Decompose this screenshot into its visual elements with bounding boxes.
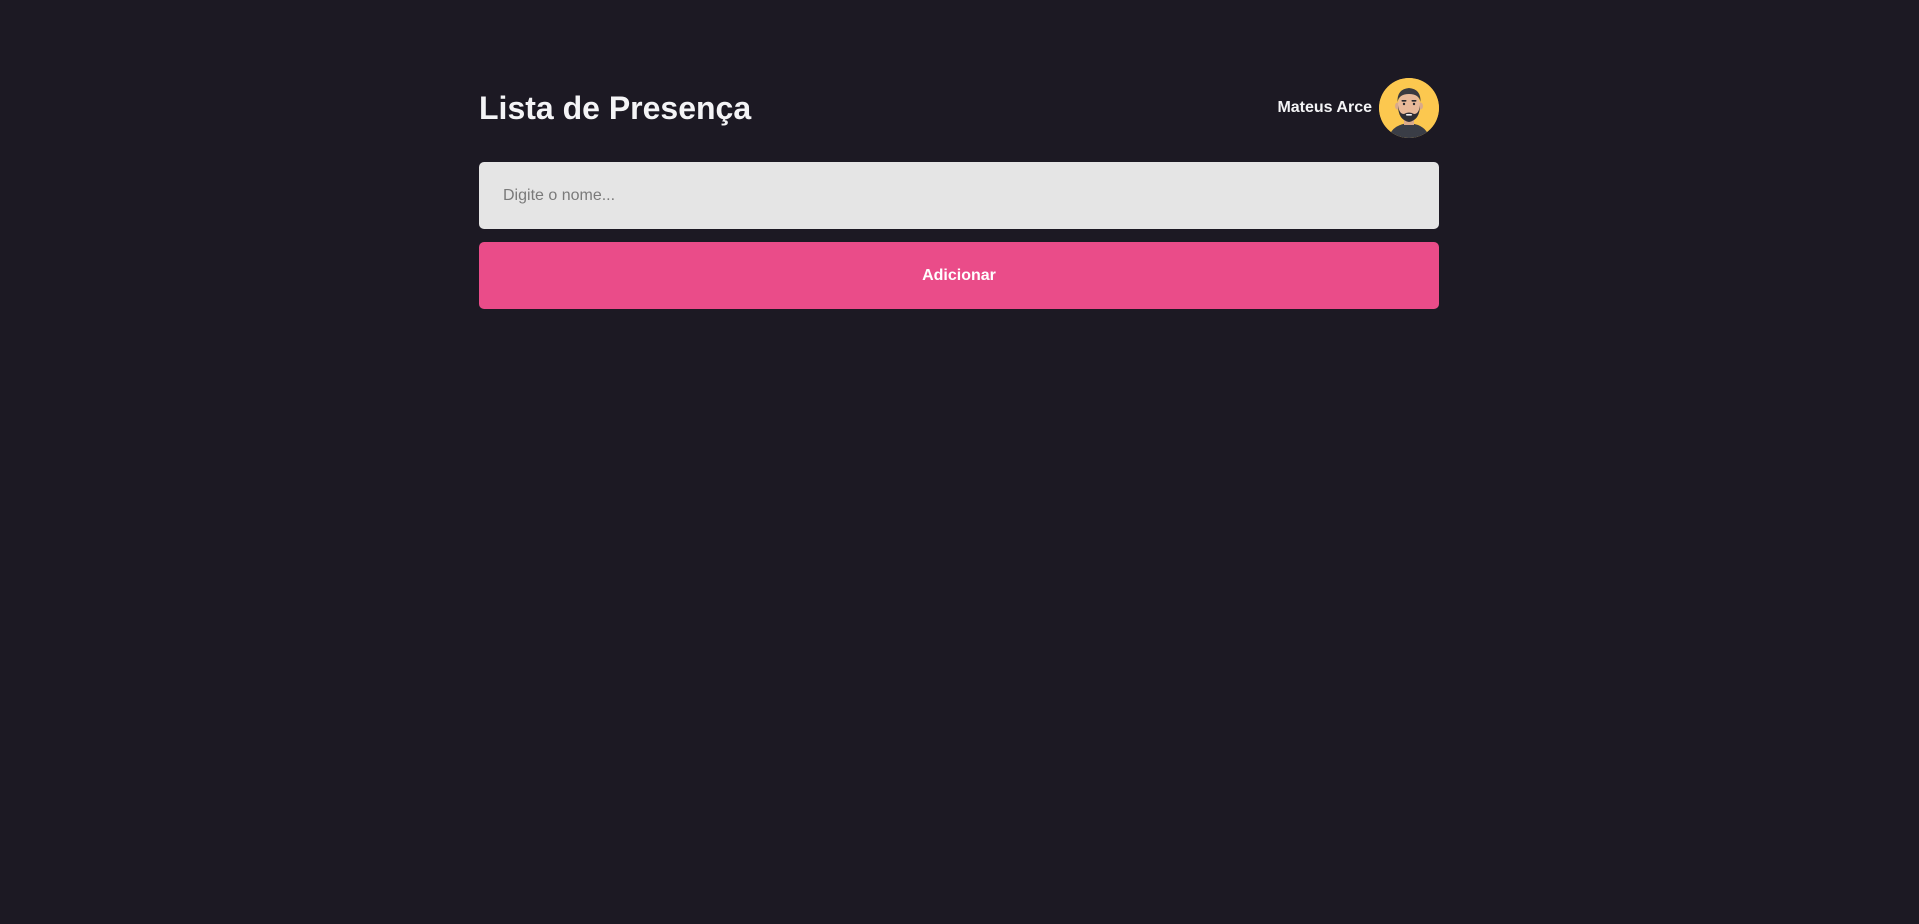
add-button[interactable]: Adicionar: [479, 242, 1439, 309]
header: Lista de Presença Mateus Arce: [479, 78, 1439, 138]
avatar: [1379, 78, 1439, 138]
user-profile: Mateus Arce: [1277, 78, 1439, 138]
name-input[interactable]: [479, 162, 1439, 229]
user-name: Mateus Arce: [1277, 99, 1372, 116]
app-container: Lista de Presença Mateus Arce Digite o n…: [479, 78, 1439, 309]
user-avatar-icon: [1379, 78, 1439, 138]
page-title: Lista de Presença: [479, 89, 752, 126]
